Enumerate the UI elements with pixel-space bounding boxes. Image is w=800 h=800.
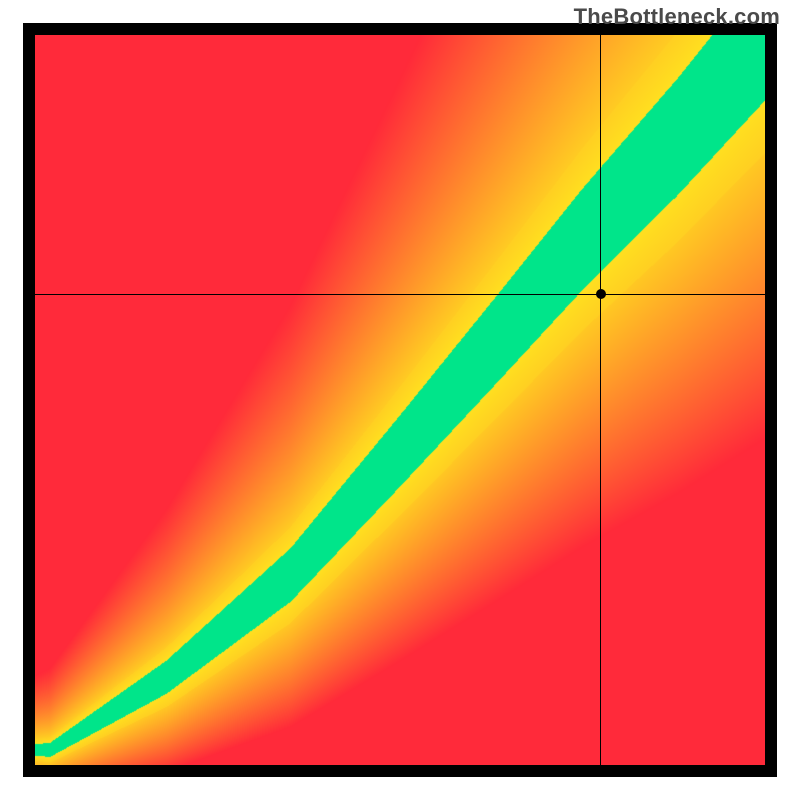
crosshair-horizontal	[35, 294, 765, 295]
plot-frame	[23, 23, 777, 777]
marker-point	[596, 289, 606, 299]
chart-container: TheBottleneck.com	[0, 0, 800, 800]
watermark-text: TheBottleneck.com	[574, 4, 780, 30]
heatmap-canvas	[35, 35, 765, 765]
crosshair-vertical	[600, 35, 601, 765]
